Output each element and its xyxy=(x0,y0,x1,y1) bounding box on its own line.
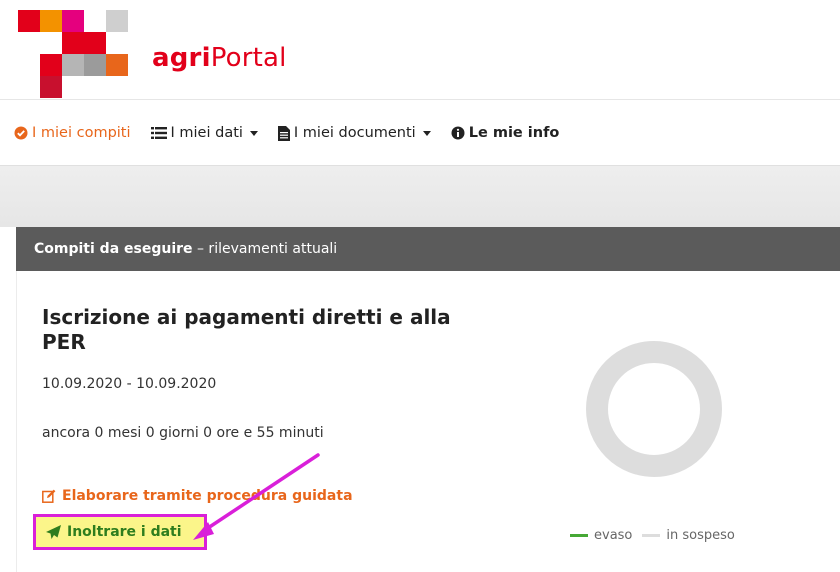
list-icon xyxy=(150,126,167,140)
legend-label-done: evaso xyxy=(594,528,633,543)
submit-data-label: Inoltrare i dati xyxy=(67,524,182,540)
document-icon xyxy=(277,125,290,141)
task-title: Iscrizione ai pagamenti diretti e alla P… xyxy=(42,305,451,354)
progress-legend: evaso in sospeso xyxy=(570,528,745,543)
page-banner xyxy=(0,165,840,227)
guided-procedure-label: Elaborare tramite procedura guidata xyxy=(62,488,353,504)
info-circle-icon xyxy=(451,126,465,140)
logo-square xyxy=(62,54,84,76)
nav-item-my-info[interactable]: Le mie info xyxy=(451,125,560,141)
logo-square xyxy=(40,54,62,76)
paper-plane-icon xyxy=(46,524,61,540)
card-header-title: Compiti da eseguire xyxy=(34,241,193,257)
task-date-range: 10.09.2020 - 10.09.2020 xyxy=(42,376,217,392)
legend-item-done: evaso xyxy=(570,528,632,543)
logo-square xyxy=(62,10,84,32)
legend-item-pending: in sospeso xyxy=(642,528,735,543)
logo-square xyxy=(40,10,62,32)
legend-label-pending: in sospeso xyxy=(666,528,735,543)
chevron-down-icon xyxy=(422,130,431,136)
task-time-remaining: ancora 0 mesi 0 giorni 0 ore e 55 minuti xyxy=(42,425,324,441)
logo-square xyxy=(18,10,40,32)
page: agriPortal I miei compiti I miei dati I … xyxy=(0,0,840,572)
brand-suffix: Portal xyxy=(210,43,287,73)
submit-data-link[interactable]: Inoltrare i dati xyxy=(33,514,207,550)
card-header-subtitle: – rilevamenti attuali xyxy=(192,241,338,257)
nav-item-my-documents[interactable]: I miei documenti xyxy=(277,125,431,141)
nav-item-label: I miei dati xyxy=(170,125,243,141)
chevron-down-icon xyxy=(249,130,258,136)
nav-item-label: I miei compiti xyxy=(32,125,131,141)
progress-donut-chart xyxy=(586,341,722,477)
nav-item-label: I miei documenti xyxy=(293,125,416,141)
agriportal-logo-mark xyxy=(0,0,160,100)
app-header: agriPortal xyxy=(0,0,840,100)
guided-procedure-link[interactable]: Elaborare tramite procedura guidata xyxy=(42,488,353,504)
logo-square xyxy=(40,76,62,98)
legend-swatch-pending xyxy=(642,534,661,537)
nav-item-my-tasks[interactable]: I miei compiti xyxy=(14,125,131,141)
edit-icon xyxy=(42,489,56,503)
donut-pending-ring xyxy=(586,341,722,477)
logo-square xyxy=(84,32,106,54)
brand-wordmark[interactable]: agriPortal xyxy=(152,43,287,73)
logo-square xyxy=(106,10,128,32)
logo-square xyxy=(62,32,84,54)
brand-prefix: agri xyxy=(152,43,211,73)
logo-square xyxy=(84,54,106,76)
nav-item-label: Le mie info xyxy=(468,125,560,141)
logo-square xyxy=(106,54,128,76)
card-header: Compiti da eseguire – rilevamenti attual… xyxy=(16,227,840,271)
legend-swatch-done xyxy=(570,534,588,537)
main-nav: I miei compiti I miei dati I miei docume… xyxy=(0,101,840,165)
nav-item-my-data[interactable]: I miei dati xyxy=(150,125,258,141)
check-circle-icon xyxy=(14,126,28,140)
